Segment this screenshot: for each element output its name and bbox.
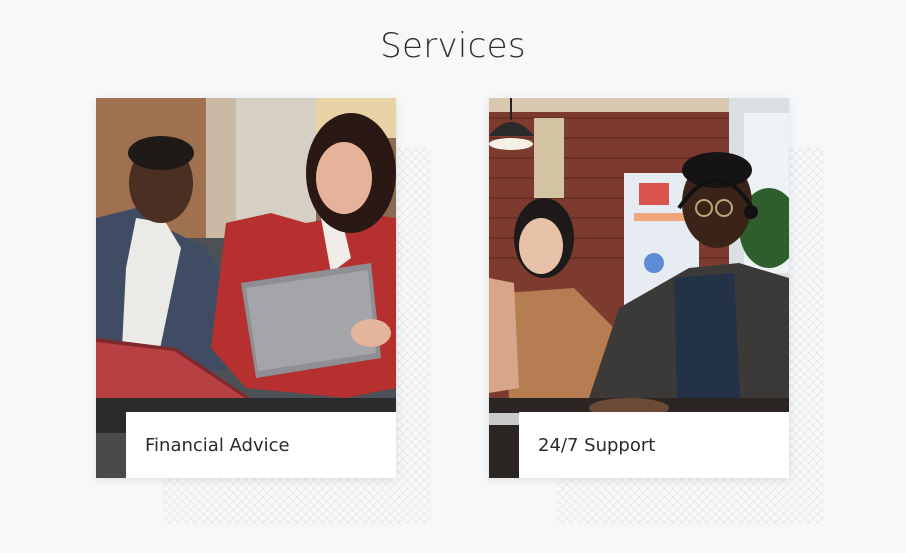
service-label-24-7-support: 24/7 Support <box>519 412 789 478</box>
service-label-financial-advice: Financial Advice <box>126 412 396 478</box>
service-card-24-7-support[interactable]: 24/7 Support <box>489 98 789 478</box>
service-card-financial-advice[interactable]: Financial Advice <box>96 98 396 478</box>
section-title: Services <box>380 26 526 66</box>
